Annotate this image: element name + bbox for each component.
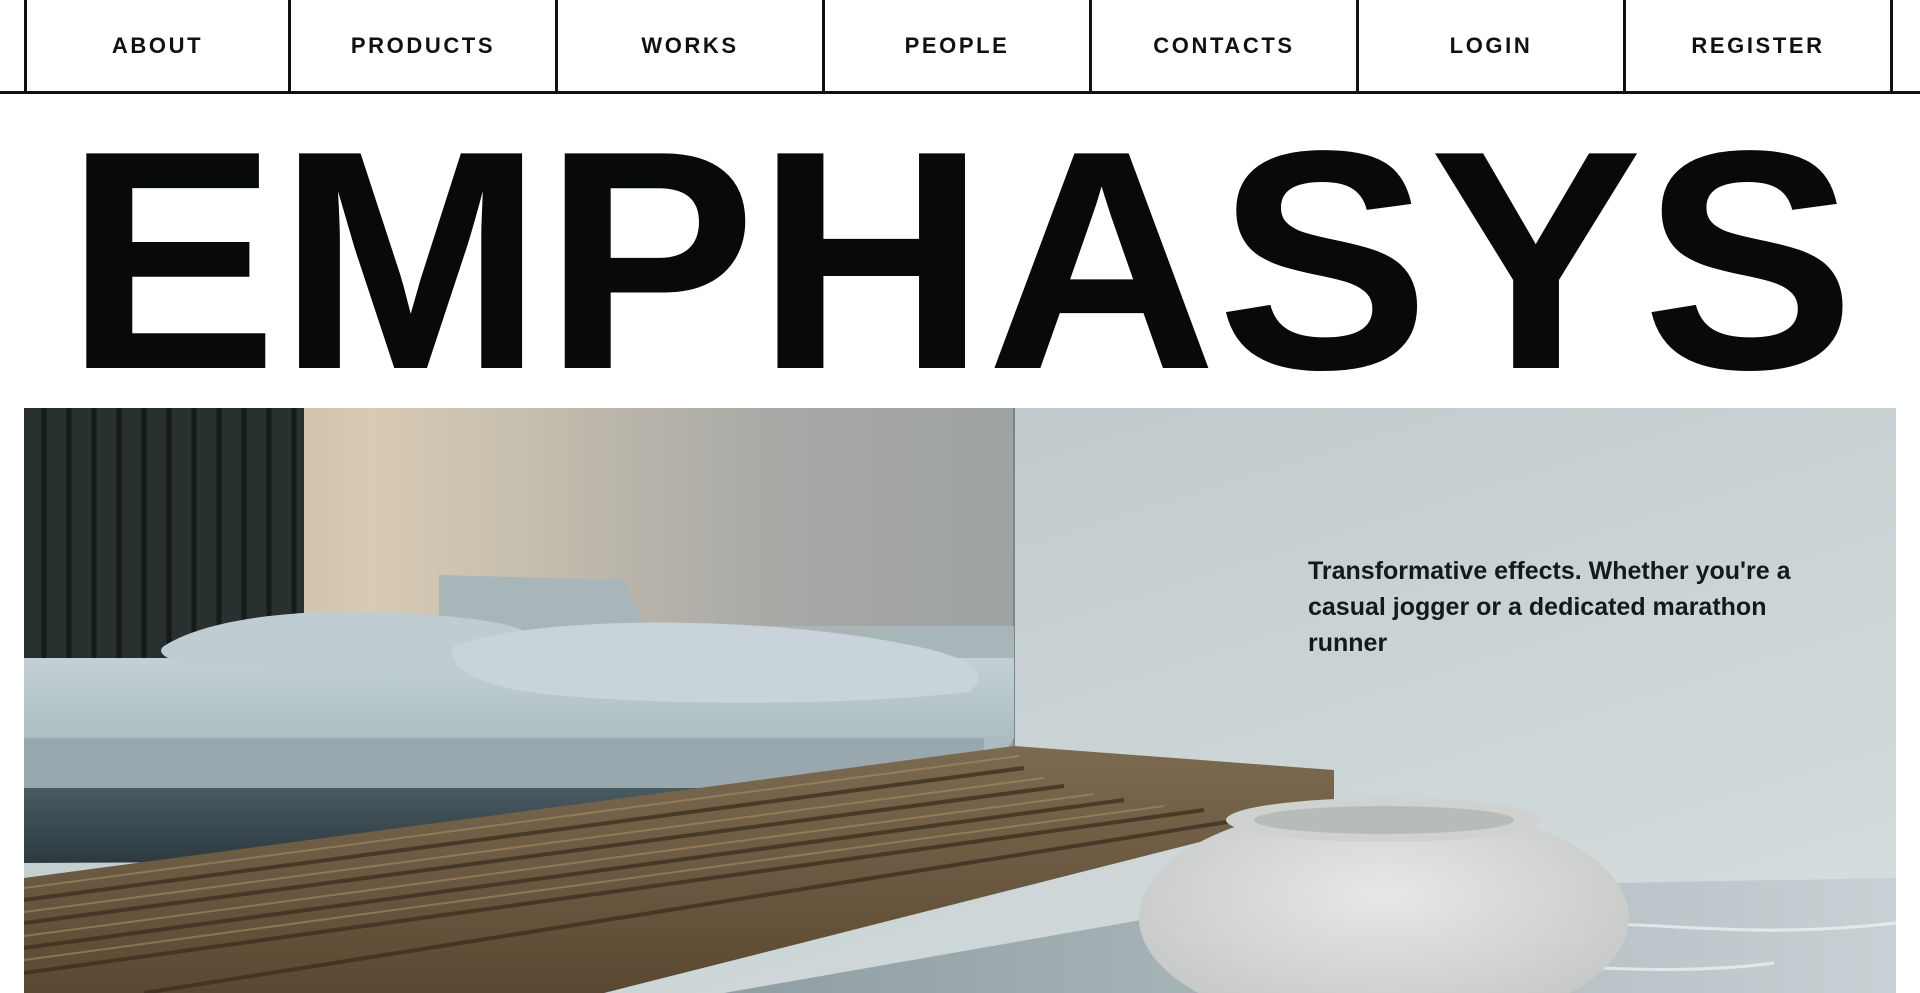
nav-item-works[interactable]: WORKS — [558, 0, 825, 91]
brand-title: EMPHASYS — [60, 94, 1860, 394]
nav-item-login[interactable]: LOGIN — [1359, 0, 1626, 91]
nav-item-register[interactable]: REGISTER — [1626, 0, 1893, 91]
brand-wordmark: EMPHASYS — [65, 94, 1855, 394]
nav-item-products[interactable]: PRODUCTS — [291, 0, 558, 91]
hero-tagline: Transformative effects. Whether you're a… — [1308, 557, 1791, 657]
brand-text: EMPHASYS — [65, 94, 1855, 394]
bedroom-photo — [24, 408, 1896, 993]
nav-menu: ABOUT PRODUCTS WORKS PEOPLE CONTACTS LOG… — [24, 0, 1896, 91]
hero-image: Transformative effects. Whether you're a… — [24, 408, 1896, 993]
nav-item-contacts[interactable]: CONTACTS — [1092, 0, 1359, 91]
nav-item-people[interactable]: PEOPLE — [825, 0, 1092, 91]
nav-item-about[interactable]: ABOUT — [24, 0, 291, 91]
top-navigation: ABOUT PRODUCTS WORKS PEOPLE CONTACTS LOG… — [0, 0, 1920, 94]
